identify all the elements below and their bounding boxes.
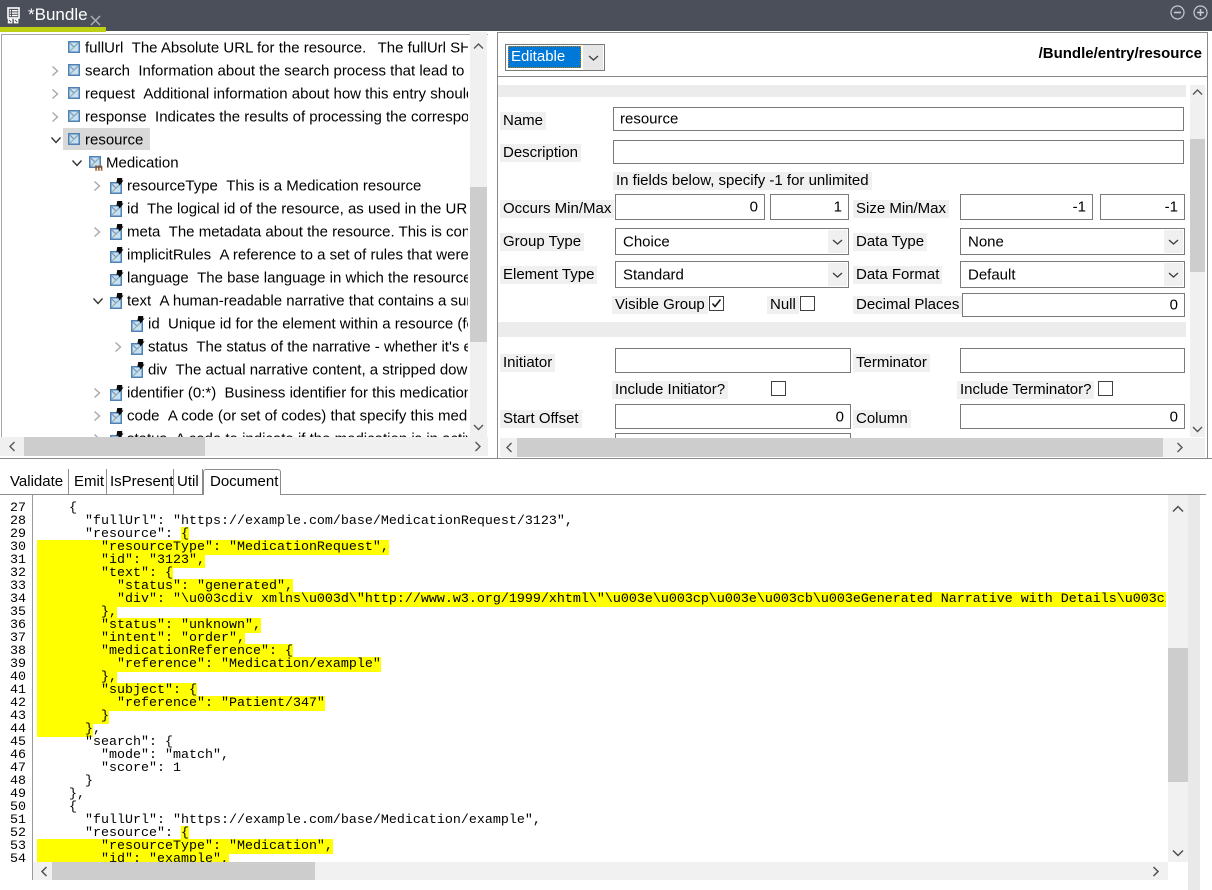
svg-text:m: m [95, 163, 104, 172]
